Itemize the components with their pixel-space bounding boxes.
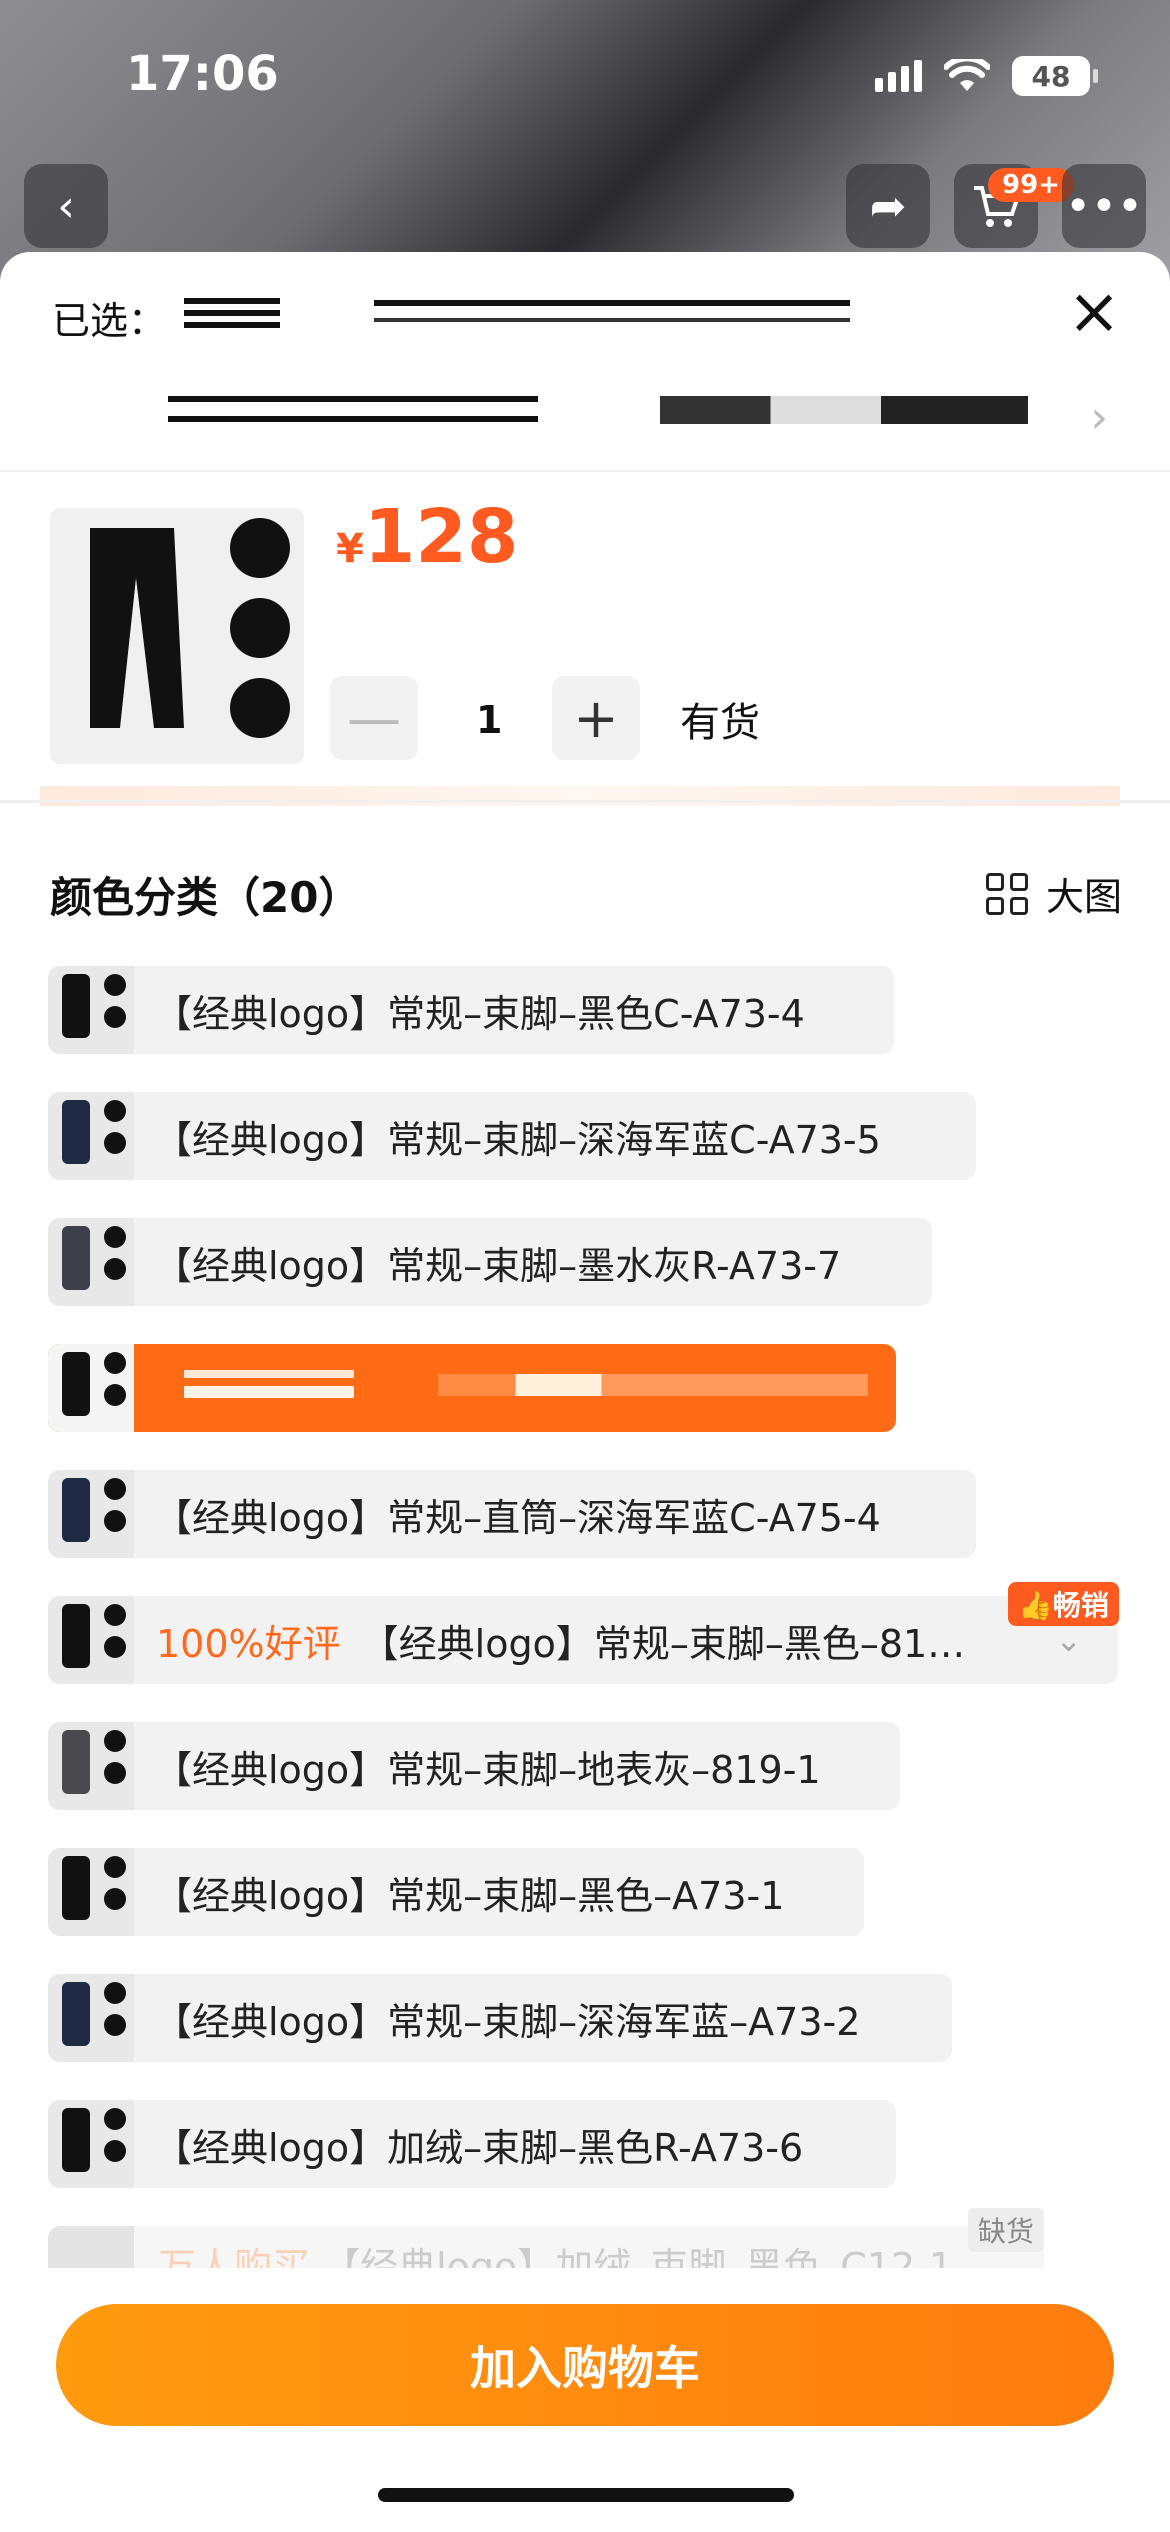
signal-icon	[875, 60, 922, 92]
quantity-value[interactable]: 1	[476, 698, 502, 742]
option-label: 【经典logo】常规–直筒–深海军蓝C-A75-4	[154, 1495, 881, 1540]
status-icons: 48	[875, 56, 1098, 96]
status-time: 17:06	[126, 46, 279, 102]
option-label: 【经典logo】常规–束脚–地表灰–819-1	[154, 1747, 821, 1792]
option-thumbnail	[48, 1218, 134, 1306]
option-label-redacted	[184, 1370, 354, 1404]
big-view-toggle[interactable]: 大图	[985, 866, 1122, 921]
color-option[interactable]: 【经典logo】常规–束脚–深海军蓝C-A73-5	[48, 1092, 976, 1180]
rating-tag: 100%好评	[156, 1621, 341, 1666]
back-button[interactable]: ‹	[24, 164, 108, 248]
color-option-out-of-stock[interactable]: 万人购买 【经典logo】加绒–束脚–黑色–C12-1	[48, 2226, 1044, 2272]
chevron-left-icon: ‹	[57, 180, 75, 232]
close-button[interactable]: ×	[1064, 280, 1124, 344]
spec-option-redacted[interactable]	[168, 396, 538, 430]
color-option[interactable]: 【经典logo】常规–束脚–墨水灰R-A73-7	[48, 1218, 932, 1306]
increase-quantity-button[interactable]: +	[552, 676, 640, 760]
share-button[interactable]: ➦	[846, 164, 930, 248]
option-thumbnail	[48, 1344, 134, 1432]
promo-strip-blurred	[40, 786, 1120, 806]
option-thumbnail	[48, 1470, 134, 1558]
color-option[interactable]: 【经典logo】常规–束脚–黑色C-A73-4	[48, 966, 894, 1054]
product-thumbnail[interactable]	[50, 508, 304, 764]
share-icon: ➦	[869, 180, 907, 232]
selected-value-redacted	[374, 300, 850, 330]
chevron-right-icon[interactable]: ›	[1090, 392, 1108, 443]
option-thumbnail	[48, 1848, 134, 1936]
option-thumbnail	[48, 1596, 134, 1684]
option-thumbnail	[48, 1974, 134, 2062]
option-label: 【经典logo】常规–束脚–深海军蓝–A73-2	[154, 1999, 861, 2044]
color-option[interactable]: 【经典logo】常规–束脚–黑色–A73-1	[48, 1848, 864, 1936]
out-of-stock-badge: 缺货	[968, 2208, 1045, 2252]
category-title: 颜色分类（20）	[50, 873, 361, 922]
option-thumbnail	[48, 2100, 134, 2188]
option-label: 【经典logo】常规–束脚–黑色–81…	[360, 1621, 966, 1666]
option-label: 【经典logo】加绒–束脚–黑色R-A73-6	[154, 2125, 804, 2170]
decrease-quantity-button[interactable]: —	[330, 676, 418, 760]
selected-value-redacted	[184, 298, 280, 334]
chevron-down-icon[interactable]: ⌄	[1055, 1621, 1118, 1659]
option-label: 【经典logo】常规–束脚–黑色C-A73-4	[154, 991, 805, 1036]
bestseller-badge: 👍畅销	[1008, 1582, 1119, 1626]
home-indicator[interactable]	[378, 2488, 794, 2502]
option-label: 【经典logo】常规–束脚–墨水灰R-A73-7	[154, 1243, 842, 1288]
option-thumbnail	[48, 2226, 134, 2272]
option-label: 【经典logo】常规–束脚–黑色–A73-1	[154, 1873, 785, 1918]
color-option-expandable[interactable]: 100%好评 【经典logo】常规–束脚–黑色–81… ⌄	[48, 1596, 1118, 1684]
thumbs-up-icon: 👍	[1018, 1589, 1053, 1622]
more-button[interactable]: •••	[1062, 164, 1146, 248]
close-icon: ×	[1067, 275, 1121, 349]
color-option[interactable]: 【经典logo】加绒–束脚–黑色R-A73-6	[48, 2100, 896, 2188]
color-option[interactable]: 【经典logo】常规–束脚–地表灰–819-1	[48, 1722, 900, 1810]
option-label: 【经典logo】常规–束脚–深海军蓝C-A73-5	[154, 1117, 881, 1162]
divider	[0, 470, 1170, 472]
big-view-label: 大图	[1045, 875, 1122, 919]
color-option[interactable]: 【经典logo】常规–束脚–深海军蓝–A73-2	[48, 1974, 952, 2062]
pants-image	[90, 518, 290, 738]
spec-option-redacted[interactable]	[660, 396, 1028, 424]
battery-icon: 48	[1012, 56, 1098, 96]
option-label: 万人购买 【经典logo】加绒–束脚–黑色–C12-1	[158, 2245, 954, 2272]
color-option[interactable]: 【经典logo】常规–直筒–深海军蓝C-A75-4	[48, 1470, 976, 1558]
price: ¥128	[336, 494, 519, 580]
add-to-cart-button[interactable]: 加入购物车	[56, 2304, 1114, 2426]
wifi-icon	[944, 59, 990, 91]
selected-label: 已选：	[52, 299, 167, 343]
stock-status: 有货	[680, 700, 760, 746]
option-thumbnail	[48, 1722, 134, 1810]
more-icon: •••	[1065, 180, 1143, 232]
color-option-selected[interactable]	[48, 1344, 896, 1432]
grid-icon	[985, 872, 1028, 915]
option-thumbnail	[48, 1092, 134, 1180]
option-label-redacted	[438, 1374, 868, 1396]
divider	[0, 800, 1170, 803]
option-thumbnail	[48, 966, 134, 1054]
